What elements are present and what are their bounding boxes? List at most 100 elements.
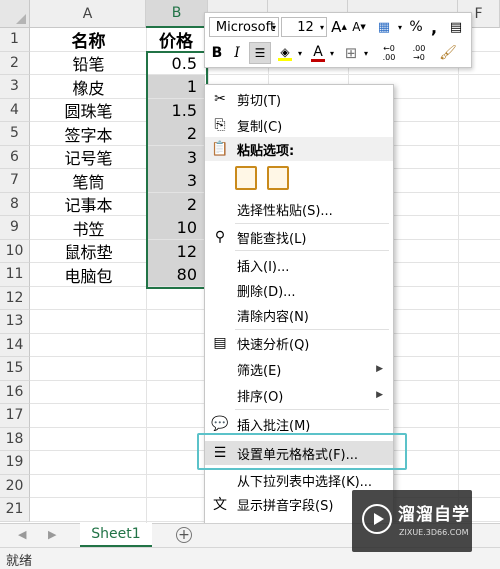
row-header[interactable]: 13 [0, 310, 30, 334]
status-text: 就绪 [6, 554, 33, 569]
row-header[interactable]: 20 [0, 474, 30, 498]
watermark-play-logo-icon [362, 504, 392, 534]
menu-item-4[interactable]: ⚲ 智能查找(L) [205, 225, 393, 249]
column-header-a[interactable]: A [30, 0, 146, 28]
cell-name[interactable]: 鼠标垫 [31, 240, 146, 263]
sheet-tab-sheet1[interactable]: Sheet1 [80, 523, 152, 547]
font-size-box[interactable]: 12 ▾ [281, 17, 327, 37]
format-painter-top-icon[interactable]: ▤ [445, 17, 467, 37]
fill-color-button[interactable]: ◈ [275, 42, 295, 64]
row-header[interactable]: 2 [0, 51, 30, 75]
row-header[interactable]: 17 [0, 404, 30, 428]
row-header[interactable]: 21 [0, 498, 30, 522]
decrease-decimal-label: .00 [412, 44, 426, 53]
font-color-button[interactable]: A [309, 42, 327, 64]
font-color-swatch [311, 58, 325, 62]
row-header[interactable]: 8 [0, 192, 30, 216]
menu-item-label: 从下拉列表中选择(K)... [237, 474, 373, 490]
menu-item-7[interactable]: 清除内容(N) [205, 303, 393, 327]
row-header[interactable]: 10 [0, 239, 30, 263]
font-color-dropdown-icon[interactable]: ▾ [327, 42, 337, 64]
paste-values-icon[interactable] [267, 166, 289, 190]
menu-item-10[interactable]: 排序(O) ▶ [205, 383, 393, 407]
cell-price[interactable]: 1 [147, 75, 205, 98]
cell-price[interactable]: 3 [147, 169, 205, 192]
borders-icon[interactable]: ⊞ [341, 42, 361, 64]
row-header[interactable]: 6 [0, 145, 30, 169]
submenu-arrow-icon: ▶ [376, 364, 383, 374]
align-center-button[interactable]: ☰ [249, 42, 271, 64]
comma-button[interactable]: , [427, 17, 441, 37]
cell-name[interactable]: 书笠 [31, 216, 146, 239]
cell-price[interactable]: 0.5 [147, 52, 205, 75]
menu-item-0[interactable]: ✂ 剪切(T) [205, 87, 393, 111]
mini-toolbar: Microsoft ▾ 12 ▾ A ▲ A ▼ ▦ ▾ % , ▤ B I ☰ ◈… [204, 12, 472, 68]
cell-name[interactable]: 电脑包 [31, 263, 146, 286]
watermark: 溜溜自学 ZIXUE.3D66.COM [352, 490, 472, 552]
cell-price[interactable]: 1.5 [147, 98, 205, 122]
row-header[interactable]: 15 [0, 357, 30, 381]
row-header[interactable]: 16 [0, 380, 30, 404]
tab-scroll-right-icon[interactable]: ▶ [48, 528, 56, 541]
cell-price[interactable]: 80 [147, 263, 205, 286]
fill-color-dropdown-icon[interactable]: ▾ [295, 42, 305, 64]
cell-price[interactable]: 3 [147, 145, 205, 169]
cell-name[interactable]: 签字本 [31, 122, 146, 145]
cell-name[interactable]: 铅笔 [31, 52, 146, 75]
menu-item-8[interactable]: ▤ 快速分析(Q) [205, 331, 393, 355]
borders-dropdown-icon[interactable]: ▾ [361, 42, 371, 64]
row-header[interactable]: 19 [0, 451, 30, 475]
cell-b1[interactable]: 价格 [147, 28, 205, 52]
decrease-decimal-button[interactable]: .00 →0 [405, 42, 433, 64]
number-format-dropdown-icon[interactable]: ▾ [395, 17, 405, 37]
cell-name[interactable]: 圆珠笔 [31, 99, 146, 122]
grow-font-button[interactable]: A ▲ [331, 17, 347, 37]
tab-scroll-left-icon[interactable]: ◀ [18, 528, 26, 541]
row-header[interactable]: 1 [0, 28, 30, 52]
bold-button[interactable]: B [209, 42, 225, 64]
menu-item-2[interactable]: 📋 粘贴选项: [205, 137, 393, 161]
increase-decimal-button[interactable]: ←0 .00 [375, 42, 403, 64]
number-format-icon[interactable]: ▦ [373, 17, 395, 37]
increase-decimal-label: .00 [382, 53, 396, 62]
row-header[interactable]: 7 [0, 169, 30, 193]
row-header[interactable]: 18 [0, 427, 30, 451]
row-header[interactable]: 5 [0, 122, 30, 146]
menu-item-1[interactable]: ⎘ 复制(C) [205, 113, 393, 137]
row-header[interactable]: 3 [0, 75, 30, 99]
menu-item-13[interactable]: 从下拉列表中选择(K)... [205, 468, 393, 492]
cell-price[interactable]: 12 [147, 239, 205, 263]
row-header[interactable]: 12 [0, 286, 30, 310]
scissors-icon: ✂ [214, 91, 226, 107]
font-name-box[interactable]: Microsoft ▾ [209, 17, 279, 37]
cell-price[interactable]: 2 [147, 192, 205, 216]
add-sheet-button[interactable]: + [176, 527, 192, 543]
menu-item-label: 排序(O) [237, 389, 284, 405]
row-header[interactable]: 14 [0, 333, 30, 357]
menu-item-label: 剪切(T) [237, 93, 282, 109]
cell-name[interactable]: 笔筒 [31, 169, 146, 192]
menu-item-6[interactable]: 删除(D)... [205, 278, 393, 302]
format-painter-icon[interactable]: 🖌 [437, 42, 459, 64]
cell-price[interactable]: 10 [147, 216, 205, 239]
shrink-font-button[interactable]: A ▼ [351, 17, 367, 37]
increase-decimal-icon: ←0 [383, 44, 395, 53]
cell-a1[interactable]: 名称 [31, 28, 146, 52]
cell-name[interactable]: 记事本 [31, 193, 146, 216]
row-header[interactable]: 4 [0, 98, 30, 122]
font-color-icon: A [313, 43, 323, 60]
percent-button[interactable]: % [407, 17, 425, 37]
menu-separator [235, 409, 389, 410]
cell-price[interactable]: 2 [147, 122, 205, 145]
row-header[interactable]: 9 [0, 216, 30, 240]
menu-item-9[interactable]: 筛选(E) ▶ [205, 357, 393, 381]
menu-item-5[interactable]: 插入(I)... [205, 253, 393, 277]
paste-keep-format-icon[interactable] [235, 166, 257, 190]
row-header[interactable]: 11 [0, 263, 30, 287]
select-all-corner[interactable] [0, 0, 30, 28]
italic-button[interactable]: I [229, 42, 245, 64]
cell-name[interactable]: 记号笔 [31, 146, 146, 169]
menu-item-3[interactable]: 选择性粘贴(S)... [205, 197, 393, 221]
cell-name[interactable]: 橡皮 [31, 75, 146, 98]
column-header-b[interactable]: B [146, 0, 208, 28]
